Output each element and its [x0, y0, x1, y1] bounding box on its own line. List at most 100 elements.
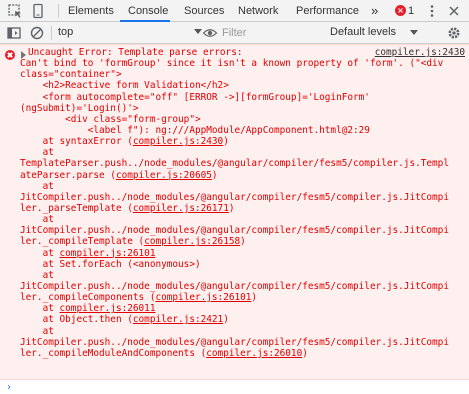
error-line: at	[20, 181, 465, 192]
error-line: ler._parseTemplate (compiler.js:26171)	[20, 203, 465, 214]
inspect-element-icon[interactable]	[7, 3, 23, 19]
console-toolbar: top Default levels	[0, 22, 469, 44]
tab-separator	[58, 4, 59, 18]
error-line-text: at	[20, 214, 54, 226]
error-line-text: at	[20, 325, 54, 337]
error-line-text: ateParser.parse (	[20, 169, 116, 181]
stack-source-link[interactable]: compiler.js:2430	[133, 136, 223, 147]
error-line: at Object.then (compiler.js:2421)	[20, 314, 465, 325]
error-line-suffix: )	[251, 292, 258, 304]
error-line: at compiler.js:26011	[20, 303, 465, 314]
stack-source-link[interactable]: compiler.js:20605	[116, 170, 212, 181]
device-toolbar-icon[interactable]	[30, 3, 46, 19]
context-selector[interactable]: top	[58, 22, 208, 43]
error-line-suffix: )	[223, 136, 229, 148]
tab-console[interactable]: Console	[128, 0, 168, 22]
prompt-caret-icon: ›	[6, 382, 13, 393]
clear-console-icon[interactable]	[29, 25, 45, 41]
error-line: JitCompiler.push../node_modules/@angular…	[20, 225, 465, 236]
error-line: ateParser.parse (compiler.js:20605)	[20, 170, 465, 181]
error-line-text: Can't bind to 'formGroup' since it isn't…	[20, 58, 444, 70]
error-line-text: JitCompiler.push../node_modules/@angular…	[20, 336, 449, 348]
error-line-text: (ngSubmit)='Login()'>	[20, 102, 139, 114]
error-line: TemplateParser.push../node_modules/@angu…	[20, 158, 465, 169]
error-count[interactable]: 1	[408, 0, 414, 22]
tab-sources[interactable]: Sources	[184, 0, 224, 22]
error-line: at	[20, 326, 465, 337]
error-line: Can't bind to 'formGroup' since it isn't…	[20, 58, 465, 69]
stack-source-link[interactable]: compiler.js:26010	[206, 348, 302, 359]
error-line: class="container">	[20, 69, 465, 80]
error-line: <label f"): ng:///AppModule/AppComponent…	[20, 125, 465, 136]
console-prompt[interactable]: ›	[0, 381, 469, 394]
error-circle-icon	[5, 50, 15, 60]
devtools-tab-bar: Elements Console Sources Network Perform…	[0, 0, 469, 22]
error-line-text: at	[20, 180, 54, 192]
error-line: at Set.forEach (<anonymous>)	[20, 259, 465, 270]
error-line: Uncaught Error: Template parse errors:	[28, 47, 465, 58]
error-line: at syntaxError (compiler.js:2430)	[20, 136, 465, 147]
filter-input[interactable]	[222, 24, 322, 41]
tab-network[interactable]: Network	[238, 0, 278, 22]
error-line-text: <form autocomplete="off" [ERROR ->][form…	[20, 91, 370, 103]
error-line-text: at Object.then (	[20, 314, 133, 326]
error-line: ler._compileComponents (compiler.js:2610…	[20, 292, 465, 303]
chevron-down-icon[interactable]	[410, 30, 418, 35]
error-line-text: TemplateParser.push../node_modules/@angu…	[20, 158, 449, 170]
error-line-text: ler._compileModuleAndComponents (	[20, 347, 207, 359]
sidebar-toggle-icon[interactable]	[6, 25, 22, 41]
error-line: (ngSubmit)='Login()'>	[20, 103, 465, 114]
log-levels-dropdown[interactable]: Default levels	[330, 22, 396, 43]
error-line: <h2>Reactive form Validation</h2>	[20, 80, 465, 91]
error-line-text: <h2>Reactive form Validation</h2>	[20, 80, 229, 92]
error-line-text: at	[20, 269, 54, 281]
error-message-lines: Uncaught Error: Template parse errors: Ca…	[20, 47, 465, 359]
error-line: <form autocomplete="off" [ERROR ->][form…	[20, 92, 465, 103]
error-line-text: JitCompiler.push../node_modules/@angular…	[20, 225, 449, 237]
close-icon[interactable]	[446, 3, 462, 19]
stack-source-link[interactable]: compiler.js:2421	[133, 314, 223, 325]
error-line-text: at Set.forEach (<anonymous>)	[20, 258, 201, 270]
error-line-text: ler._parseTemplate (	[20, 202, 133, 214]
error-line-text: JitCompiler.push../node_modules/@angular…	[20, 191, 449, 203]
eye-icon[interactable]	[202, 25, 218, 41]
error-line-text: Uncaught Error: Template parse errors:	[28, 47, 243, 58]
error-line-suffix: )	[240, 236, 246, 248]
kebab-menu-icon[interactable]	[424, 3, 440, 19]
error-line-text: <label f"): ng:///AppModule/AppComponent…	[20, 124, 370, 136]
error-line: <div class="form-group">	[20, 114, 465, 125]
more-tabs-icon[interactable]: »	[371, 0, 378, 22]
stack-source-link[interactable]: compiler.js:26158	[144, 236, 240, 247]
error-line-text: class="container">	[20, 69, 122, 81]
toolbar-separator	[51, 26, 52, 40]
error-line-suffix: )	[211, 169, 218, 181]
tab-performance[interactable]: Performance	[296, 0, 359, 22]
error-line: JitCompiler.push../node_modules/@angular…	[20, 281, 465, 292]
stack-source-link[interactable]: compiler.js:26101	[155, 292, 251, 303]
tab-elements[interactable]: Elements	[68, 0, 114, 22]
stack-source-link[interactable]: compiler.js:26171	[133, 203, 229, 214]
error-line: JitCompiler.push../node_modules/@angular…	[20, 337, 465, 348]
error-line-suffix: )	[223, 314, 229, 326]
error-badge-icon[interactable]: ×	[395, 5, 406, 16]
error-line: JitCompiler.push../node_modules/@angular…	[20, 192, 465, 203]
error-line-text: JitCompiler.push../node_modules/@angular…	[20, 280, 449, 292]
error-line-text: at	[20, 247, 60, 259]
stack-source-link[interactable]: compiler.js:26101	[60, 248, 156, 259]
error-line: at	[20, 147, 465, 158]
error-line-text: at syntaxError (	[20, 136, 133, 148]
settings-gear-icon[interactable]	[446, 25, 462, 41]
error-line-text: at	[20, 303, 60, 315]
error-line-text: ler._compileComponents (	[20, 292, 156, 304]
error-line-text: ler._compileTemplate (	[20, 236, 145, 248]
error-line: at compiler.js:26101	[20, 248, 465, 259]
error-line-suffix: )	[302, 347, 308, 359]
error-line: at	[20, 214, 465, 225]
chevron-down-icon[interactable]	[194, 29, 202, 34]
error-line-text: at	[20, 147, 54, 159]
error-line: ler._compileTemplate (compiler.js:26158)	[20, 236, 465, 247]
stack-source-link[interactable]: compiler.js:26011	[60, 303, 156, 314]
error-line: ler._compileModuleAndComponents (compile…	[20, 348, 465, 359]
error-line: at	[20, 270, 465, 281]
console-error-message: compiler.js:2430 Uncaught Error: Templat…	[0, 44, 469, 380]
